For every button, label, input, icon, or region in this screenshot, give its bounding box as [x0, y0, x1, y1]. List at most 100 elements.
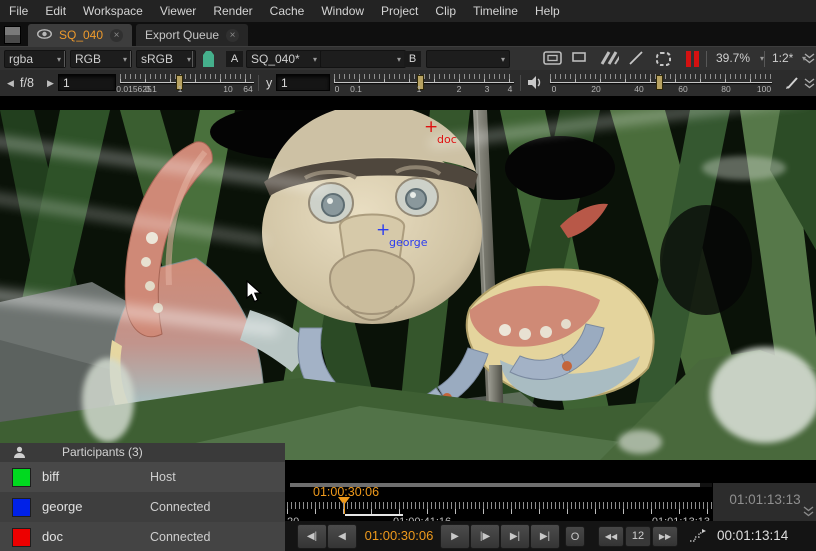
volume-slider-handle[interactable]	[656, 75, 663, 90]
close-icon[interactable]: ×	[226, 29, 239, 42]
gamma-input[interactable]	[276, 74, 330, 91]
input-b-label: B	[404, 51, 421, 67]
volume-slider[interactable]: 0 20 40 60 80 100	[550, 72, 772, 94]
input-a-dropdown[interactable]: SQ_040* ▾	[246, 50, 322, 68]
participants-title: Participants (3)	[62, 443, 143, 462]
chevron-down-icon: ▾	[119, 55, 127, 64]
workspace-layout-icon[interactable]	[4, 26, 21, 44]
menu-window[interactable]: Window	[321, 4, 364, 18]
chevron-down-icon: ▾	[497, 55, 505, 64]
fstop-increase-icon[interactable]: ▶	[47, 70, 54, 96]
participant-status: Host	[150, 462, 176, 492]
play-button[interactable]: ▶	[440, 524, 470, 549]
next-edit-button[interactable]: ▶|	[500, 524, 530, 549]
current-timecode[interactable]: 01:00:30:06	[361, 528, 437, 543]
menu-workspace[interactable]: Workspace	[83, 4, 143, 18]
color-sample-pen-icon[interactable]	[784, 76, 799, 93]
gamma-slider[interactable]: 0 0.1 1 2 3 4	[334, 72, 514, 94]
participants-panel: Participants (3) biff Host george Connec…	[0, 443, 285, 551]
speaker-icon[interactable]	[528, 76, 543, 92]
transport-controls: ◀| ◀ 01:00:30:06 ▶ |▶ ▶| ▶| O ◀◀ 12 ▶▶ 0…	[285, 521, 816, 551]
menu-file[interactable]: File	[9, 4, 28, 18]
timeline-ruler[interactable]	[287, 502, 712, 514]
wipe-tool-icon[interactable]	[628, 51, 645, 68]
divider	[520, 75, 521, 91]
participant-name: doc	[42, 522, 63, 551]
previous-edit-button[interactable]: ◀|	[297, 524, 327, 549]
tab-bar: SQ_040 × Export Queue ×	[0, 22, 816, 46]
double-chevron-down-icon[interactable]	[804, 53, 815, 67]
viewer-control-bar: ◀ f/8 ▶ 0.015625 0.1 1 10 64 y 0 0.1 1 2…	[0, 70, 816, 97]
out-point-display: 01:01:13:13	[712, 483, 816, 521]
menu-cache[interactable]: Cache	[270, 4, 305, 18]
out-point-time: 01:01:13:13	[713, 483, 816, 517]
menu-viewer[interactable]: Viewer	[160, 4, 196, 18]
goto-end-button[interactable]: ▶|	[530, 524, 560, 549]
checker-wipe-icon[interactable]	[599, 51, 619, 68]
participant-row[interactable]: biff Host	[0, 462, 285, 492]
timeline-marker-flag-icon[interactable]	[689, 529, 706, 547]
display-mode-dropdown[interactable]: RGB ▾	[70, 50, 132, 68]
input-a-label: A	[226, 51, 243, 67]
divider	[258, 75, 259, 91]
participant-name: george	[42, 492, 82, 522]
divider	[706, 51, 707, 67]
viewer-image	[0, 110, 816, 460]
gamma-label: y	[266, 70, 272, 96]
chevron-down-icon: ▾	[756, 54, 764, 63]
participant-color-swatch	[12, 468, 31, 487]
participant-color-swatch	[12, 498, 31, 517]
menu-bar: File Edit Workspace Viewer Render Cache …	[0, 0, 816, 23]
chevron-down-icon: ▾	[309, 55, 317, 64]
participant-row[interactable]: doc Connected	[0, 522, 285, 551]
format-overlay-icon[interactable]	[572, 51, 586, 66]
increase-fps-button[interactable]: ▶▶	[652, 526, 678, 547]
chevron-down-icon: ▾	[183, 55, 191, 64]
participants-header: Participants (3)	[0, 443, 285, 463]
menu-edit[interactable]: Edit	[45, 4, 66, 18]
fstop-decrease-icon[interactable]: ◀	[7, 70, 14, 96]
slider-track	[334, 82, 514, 83]
zoom-level-dropdown[interactable]: 39.7% ▾	[712, 50, 768, 66]
viewer-canvas[interactable]: + doc + george	[0, 96, 816, 460]
loop-mode-button[interactable]: O	[565, 526, 585, 547]
tag-icon[interactable]	[201, 51, 216, 71]
fstop-label: f/8	[20, 70, 34, 96]
menu-timeline[interactable]: Timeline	[473, 4, 518, 18]
divider	[130, 51, 131, 67]
menu-help[interactable]: Help	[535, 4, 560, 18]
eye-icon	[37, 28, 52, 42]
input-b-dropdown[interactable]: ▾	[426, 50, 510, 68]
chevron-down-icon: ▾	[53, 55, 61, 64]
nuke-window: File Edit Workspace Viewer Render Cache …	[0, 0, 816, 551]
tab-export-queue[interactable]: Export Queue ×	[136, 24, 248, 46]
tab-label: SQ_040	[59, 28, 103, 42]
viewer-extra-dropdown[interactable]: ▾	[320, 50, 406, 68]
roi-icon[interactable]	[655, 51, 672, 70]
decrease-fps-button[interactable]: ◀◀	[598, 526, 624, 547]
colorspace-dropdown[interactable]: sRGB ▾	[136, 50, 196, 68]
menu-project[interactable]: Project	[381, 4, 418, 18]
chevron-down-icon: ▾	[393, 55, 401, 64]
participant-name: biff	[42, 462, 59, 492]
fps-display[interactable]: 12	[625, 526, 651, 547]
double-chevron-down-icon[interactable]	[803, 504, 814, 522]
double-chevron-down-icon[interactable]	[804, 78, 815, 92]
close-icon[interactable]: ×	[110, 29, 123, 42]
channels-dropdown[interactable]: rgba ▾	[4, 50, 66, 68]
participant-row[interactable]: george Connected	[0, 492, 285, 522]
menu-render[interactable]: Render	[213, 4, 252, 18]
play-backward-button[interactable]: ◀	[327, 524, 357, 549]
gate-display-icon[interactable]	[543, 51, 562, 68]
menu-clip[interactable]: Clip	[435, 4, 456, 18]
tab-sq040[interactable]: SQ_040 ×	[28, 24, 132, 46]
gain-slider[interactable]: 0.015625 0.1 1 10 64	[120, 72, 254, 94]
viewer-toolbar: rgba ▾ RGB ▾ sRGB ▾ A SQ_040* ▾ ▾ B ▾	[0, 46, 816, 72]
pause-render-icon[interactable]	[686, 51, 700, 67]
slider-ticks	[334, 74, 514, 82]
duration-display: 00:01:13:14	[717, 528, 788, 543]
step-forward-button[interactable]: |▶	[470, 524, 500, 549]
participant-color-swatch	[12, 528, 31, 547]
slider-ticks	[120, 74, 254, 82]
gain-input[interactable]	[58, 74, 116, 91]
